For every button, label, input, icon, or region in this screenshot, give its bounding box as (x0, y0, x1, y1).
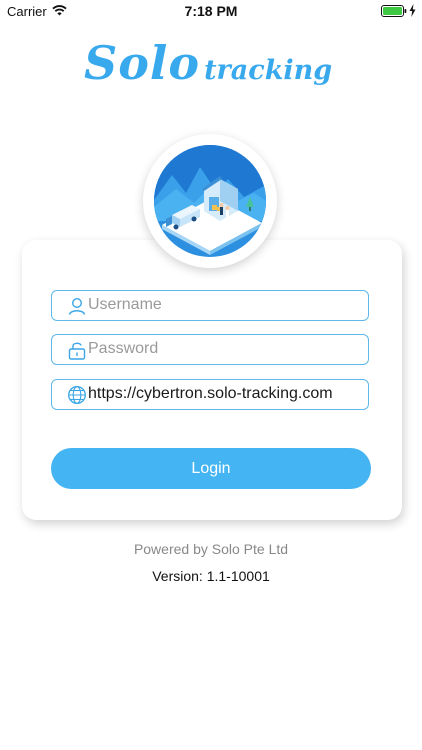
user-icon (68, 297, 86, 315)
app-logo: Solo tracking (84, 36, 332, 92)
login-button[interactable]: Login (51, 448, 371, 489)
warehouse-truck-illustration (154, 145, 266, 257)
server-url-input[interactable] (88, 380, 362, 408)
battery-full-icon (381, 5, 407, 17)
status-bar: Carrier 7:18 PM (0, 0, 422, 22)
status-time: 7:18 PM (184, 3, 238, 19)
logo-tracking-text: tracking (204, 55, 333, 86)
hero-illustration (143, 134, 277, 268)
server-url-field[interactable] (51, 379, 369, 410)
unlock-icon (68, 342, 86, 360)
password-input[interactable] (88, 335, 362, 363)
logo-solo-text: Solo (84, 36, 201, 90)
username-input[interactable] (88, 291, 362, 319)
globe-icon (68, 386, 86, 404)
charging-bolt-icon (409, 4, 416, 17)
password-field[interactable] (51, 334, 369, 365)
powered-by-text: Powered by Solo Pte Ltd (133, 541, 289, 557)
username-field[interactable] (51, 290, 369, 321)
version-text: Version: 1.1-10001 (152, 568, 270, 584)
